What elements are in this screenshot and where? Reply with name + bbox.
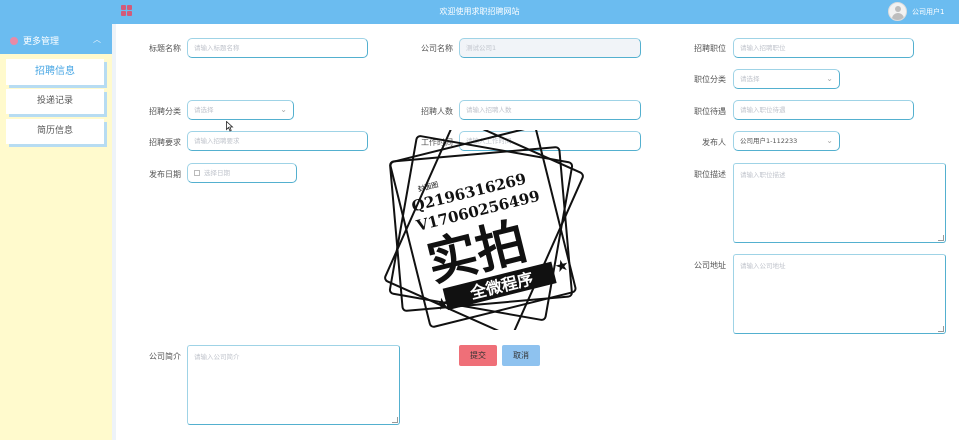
requirement-label: 招聘要求 [149,138,181,147]
top-bar: 欢迎使用求职招聘网站 公司用户1 [0,0,959,24]
address-placeholder: 请输入公司地址 [740,262,786,270]
sidebar-item-applications[interactable]: 投递记录 [6,89,104,114]
job-category-select[interactable]: 请选择 ⌄ [733,69,840,89]
user-avatar[interactable] [888,2,907,21]
company-input: 测试公司1 [459,38,641,58]
headcount-label: 招聘人数 [421,107,453,116]
company-label: 公司名称 [421,44,453,53]
title-label: 标题名称 [149,44,181,53]
publisher-value: 公司用户1-112233 [740,137,798,145]
manage-icon [10,36,18,45]
sidebar-item-label: 投递记录 [36,96,73,106]
nav-more-label: 更多管理 [23,37,60,47]
resize-grip-icon[interactable] [392,417,398,423]
recruit-category-placeholder: 请选择 [194,106,214,114]
chevron-down-icon: ⌄ [826,136,833,145]
salary-label: 职位待遇 [694,107,726,116]
cancel-button[interactable]: 取消 [502,345,540,366]
nav-more-management[interactable]: 更多管理 ︿ [10,34,105,47]
chevron-down-icon: ⌄ [280,105,287,114]
address-textarea[interactable]: 请输入公司地址 [733,254,946,334]
publisher-label: 发布人 [702,138,726,147]
job-desc-textarea[interactable]: 请输入职位描述 [733,163,946,243]
sidebar-item-label: 简历信息 [36,126,73,136]
intro-placeholder: 请输入公司简介 [194,353,240,361]
job-category-label: 职位分类 [694,75,726,84]
submit-button[interactable]: 提交 [459,345,497,366]
salary-input[interactable]: 请输入职位待遇 [733,100,914,120]
watermark-stamp: 封面图 Q2196316269 V17060256499 实拍 全微程序 ★ ★ [384,130,584,330]
mouse-cursor-icon [226,121,234,132]
chevron-up-icon: ︿ [93,35,101,44]
recruit-category-label: 招聘分类 [149,107,181,116]
sidebar-item-resumes[interactable]: 简历信息 [6,119,104,144]
intro-label: 公司简介 [149,352,181,361]
intro-textarea[interactable]: 请输入公司简介 [187,345,400,425]
job-desc-label: 职位描述 [694,170,726,179]
calendar-icon [194,170,200,176]
address-label: 公司地址 [694,261,726,270]
sidebar-item-label: 招聘信息 [35,66,75,77]
sidebar: 首页 更多管理 ︿ 招聘信息 投递记录 简历信息 [0,0,112,440]
recruit-category-select[interactable]: 请选择 ⌄ [187,100,294,120]
publish-date-label: 发布日期 [149,170,181,179]
publisher-select[interactable]: 公司用户1-112233 ⌄ [733,131,840,151]
publish-date-picker[interactable]: 选择日期 [187,163,297,183]
publish-date-placeholder: 选择日期 [204,169,230,177]
job-category-placeholder: 请选择 [740,75,760,83]
resize-grip-icon[interactable] [938,235,944,241]
position-label: 招聘职位 [694,44,726,53]
site-title: 欢迎使用求职招聘网站 [439,7,520,16]
title-input[interactable]: 请输入标题名称 [187,38,368,58]
sidebar-item-jobs[interactable]: 招聘信息 [6,59,104,85]
user-name[interactable]: 公司用户1 [912,7,944,17]
position-input[interactable]: 请输入招聘职位 [733,38,914,58]
chevron-down-icon: ⌄ [826,74,833,83]
requirement-input[interactable]: 请输入招聘要求 [187,131,368,151]
job-desc-placeholder: 请输入职位描述 [740,171,786,179]
resize-grip-icon[interactable] [938,326,944,332]
headcount-input[interactable]: 请输入招聘人数 [459,100,641,120]
